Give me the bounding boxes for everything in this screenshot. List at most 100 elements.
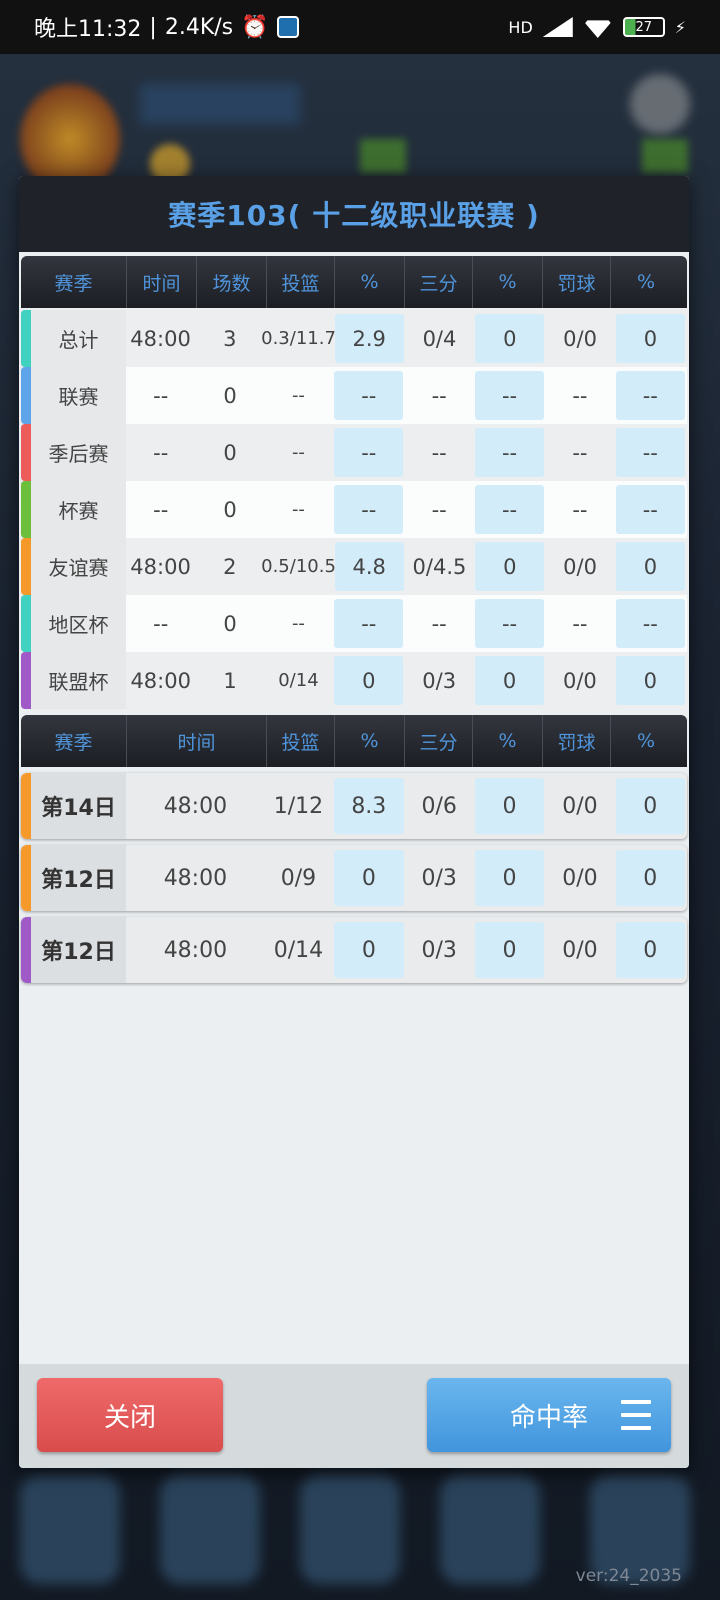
- row-name-cell: 地区杯: [21, 595, 127, 652]
- status-net-speed: 2.4K/s: [164, 14, 234, 40]
- ft-cell: 0/0: [563, 554, 597, 579]
- ft-pct-cell: 0: [615, 922, 685, 978]
- header-three: 三分: [405, 256, 473, 308]
- time-cell: 48:00: [163, 865, 228, 891]
- status-bar: 晚上11:32 | 2.4K/s ⏰ HD 27 ⚡: [0, 0, 720, 54]
- fg-pct-cell: 0: [334, 850, 404, 906]
- header-ft: 罚球: [543, 715, 611, 767]
- three-cell: 0/3: [422, 668, 457, 693]
- fg-pct-cell: --: [334, 371, 404, 420]
- header-three-pct: %: [473, 715, 543, 767]
- row-name: 地区杯: [48, 613, 109, 637]
- three-pct-cell: --: [474, 428, 545, 477]
- category-color-bar: [21, 773, 31, 839]
- row-name: 总计: [58, 328, 99, 352]
- summary-row[interactable]: 总计 48:00 3 0.3/11.7 2.9 0/4 0 0/0 0: [21, 310, 687, 367]
- ft-cell: 0/0: [563, 668, 597, 693]
- status-divider: |: [149, 14, 157, 40]
- games-cell: 3: [223, 326, 237, 351]
- row-name: 友谊赛: [48, 556, 109, 580]
- summary-row[interactable]: 杯赛 -- 0 -- -- -- -- -- --: [21, 481, 687, 538]
- game-row[interactable]: 第14日 48:00 1/12 8.3 0/6 0 0/0 0: [21, 773, 687, 839]
- time-cell: 48:00: [130, 326, 191, 351]
- game-row[interactable]: 第12日 48:00 0/14 0 0/3 0 0/0 0: [21, 917, 687, 983]
- three-pct-cell: 0: [475, 314, 545, 363]
- three-cell: --: [431, 440, 447, 465]
- header-fg: 投篮: [267, 256, 335, 308]
- hit-rate-button-label: 命中率: [509, 1402, 588, 1433]
- category-color-bar: [21, 917, 31, 983]
- game-row[interactable]: 第12日 48:00 0/9 0 0/3 0 0/0 0: [21, 845, 687, 911]
- stats-dialog: 赛季103( 十二级职业联赛 ) 赛季 时间 场数 投篮 % 三分 % 罚球 %…: [19, 176, 689, 1468]
- ft-cell: 0/0: [562, 937, 598, 963]
- row-name: 联赛: [58, 385, 99, 409]
- three-pct-cell: 0: [474, 922, 545, 978]
- summary-row[interactable]: 季后赛 -- 0 -- -- -- -- -- --: [21, 424, 687, 481]
- category-color-bar: [21, 595, 31, 652]
- summary-row[interactable]: 友谊赛 48:00 2 0.5/10.5 4.8 0/4.5 0 0/0 0: [21, 538, 687, 595]
- three-cell: --: [431, 497, 447, 522]
- header-season: 赛季: [21, 715, 127, 767]
- summary-table-header: 赛季 时间 场数 投篮 % 三分 % 罚球 %: [21, 256, 687, 308]
- games-cell: 0: [223, 383, 237, 408]
- category-color-bar: [21, 310, 31, 367]
- row-name-cell: 友谊赛: [21, 538, 126, 595]
- time-cell: 48:00: [130, 668, 191, 693]
- three-pct-cell: 0: [474, 656, 545, 705]
- category-color-bar: [21, 652, 31, 709]
- summary-row[interactable]: 联盟杯 48:00 1 0/14 0 0/3 0 0/0 0: [21, 652, 687, 709]
- time-cell: --: [153, 497, 169, 522]
- fg-cell: --: [291, 385, 305, 406]
- fg-cell: 0/14: [273, 937, 324, 963]
- category-color-bar: [21, 845, 31, 911]
- status-time: 晚上11:32: [34, 17, 142, 42]
- ft-cell: --: [572, 383, 588, 408]
- summary-row[interactable]: 联赛 -- 0 -- -- -- -- -- --: [21, 367, 687, 424]
- game-name-cell: 第12日: [21, 845, 127, 911]
- charging-icon: ⚡: [674, 17, 686, 37]
- three-pct-cell: 0: [474, 778, 545, 834]
- category-color-bar: [21, 367, 31, 424]
- three-cell: --: [431, 611, 447, 636]
- ft-pct-cell: 0: [615, 850, 685, 906]
- battery-level: 27: [635, 19, 653, 35]
- ft-pct-cell: --: [615, 428, 685, 477]
- gear-icon: [630, 74, 690, 134]
- three-cell: 0/3: [421, 865, 457, 891]
- games-cell: 0: [223, 611, 237, 636]
- header-time: 时间: [127, 715, 267, 767]
- three-cell: 0/3: [421, 937, 457, 963]
- game-name: 第14日: [41, 796, 116, 821]
- nav-yen-icon: [160, 1474, 260, 1584]
- fg-cell: 0.3/11.7: [261, 328, 336, 349]
- ft-cell: 0/0: [562, 865, 598, 891]
- three-pct-cell: --: [474, 599, 545, 648]
- header-time: 时间: [127, 256, 197, 308]
- time-cell: --: [153, 383, 169, 408]
- row-name-cell: 联赛: [21, 367, 127, 424]
- ft-cell: 0/0: [562, 793, 598, 819]
- header-fg: 投篮: [267, 715, 335, 767]
- header-season: 赛季: [21, 256, 127, 308]
- category-color-bar: [21, 538, 31, 595]
- close-button[interactable]: 关闭: [37, 1378, 223, 1452]
- fg-pct-cell: 0: [334, 656, 404, 705]
- signal-icon: [542, 17, 573, 37]
- header-fg-pct: %: [335, 715, 405, 767]
- game-name: 第12日: [41, 940, 116, 965]
- fg-pct-cell: --: [334, 485, 404, 534]
- header-games: 场数: [197, 256, 267, 308]
- alarm-icon: ⏰: [241, 14, 269, 40]
- ft-cell: --: [572, 611, 588, 636]
- nav-team-icon: [300, 1474, 400, 1584]
- hit-rate-button[interactable]: 命中率: [427, 1378, 671, 1452]
- fg-pct-cell: 8.3: [334, 778, 404, 834]
- battery-icon: 27: [622, 17, 665, 37]
- summary-row[interactable]: 地区杯 -- 0 -- -- -- -- -- --: [21, 595, 687, 652]
- team-title: [140, 84, 300, 124]
- ft-pct-cell: --: [615, 371, 685, 420]
- wifi-icon: [582, 20, 613, 38]
- header-three-pct: %: [473, 256, 543, 308]
- game-name-cell: 第12日: [21, 917, 127, 983]
- fg-cell: 0/14: [278, 670, 319, 691]
